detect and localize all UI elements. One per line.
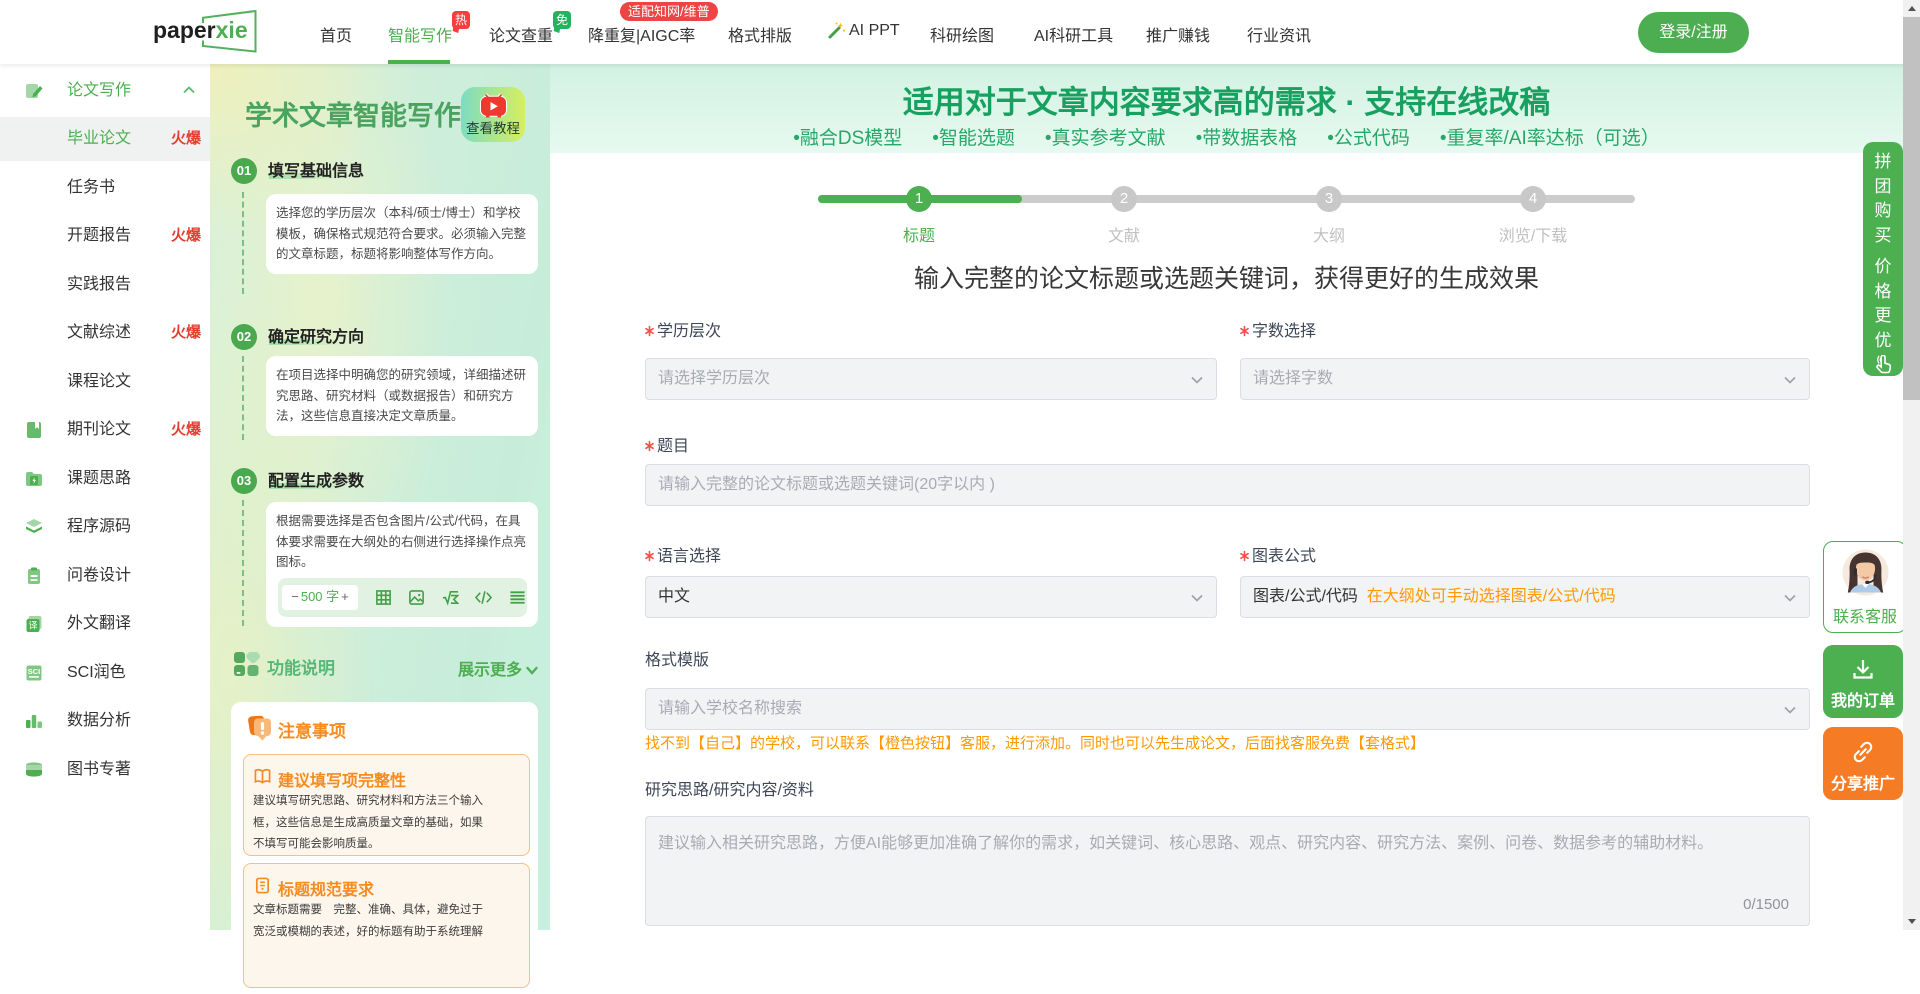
svg-text:译: 译: [28, 621, 37, 631]
svg-text:SCI: SCI: [28, 667, 41, 676]
